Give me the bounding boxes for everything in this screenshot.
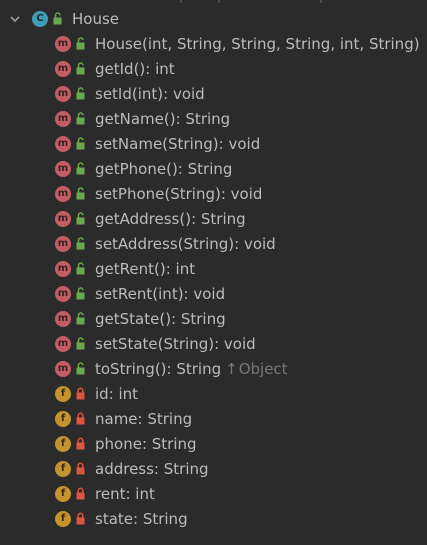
method-item[interactable]: m getId(): int [55, 56, 175, 81]
private-lock-icon [74, 387, 86, 401]
member-label: House(int, String, String, String, int, … [95, 34, 420, 53]
method-icon: m [55, 185, 71, 202]
private-lock-icon [74, 462, 86, 476]
member-label: address: String [95, 459, 209, 478]
public-lock-icon [74, 187, 86, 201]
chevron-down-icon[interactable] [8, 12, 22, 26]
method-icon: m [55, 235, 71, 252]
member-label: phone: String [95, 434, 197, 453]
class-icon: C [32, 10, 48, 27]
class-name: House [72, 9, 120, 28]
method-item[interactable]: m House(int, String, String, String, int,… [55, 31, 420, 56]
member-label: getId(): int [95, 59, 175, 78]
method-item[interactable]: m setName(String): void [55, 131, 260, 156]
member-label: id: int [95, 384, 139, 403]
public-lock-icon [74, 312, 86, 326]
method-icon: m [55, 310, 71, 327]
public-lock-icon [74, 362, 86, 376]
method-item[interactable]: m setRent(int): void [55, 281, 225, 306]
member-label: setPhone(String): void [95, 184, 263, 203]
public-lock-icon [74, 262, 86, 276]
member-label: getState(): String [95, 309, 226, 328]
method-item[interactable]: m setId(int): void [55, 81, 205, 106]
member-label: name: String [95, 409, 193, 428]
member-label: getAddress(): String [95, 209, 246, 228]
member-label: rent: int [95, 484, 155, 503]
public-lock-icon [74, 162, 86, 176]
field-icon: f [55, 435, 71, 452]
public-lock-icon [74, 87, 86, 101]
member-label: toString(): String [95, 359, 222, 378]
method-item[interactable]: m setAddress(String): void [55, 231, 276, 256]
member-label: setName(String): void [95, 134, 261, 153]
member-label: getRent(): int [95, 259, 196, 278]
inherit-arrow-icon: ↑ [225, 359, 238, 378]
field-item[interactable]: f state: String [55, 506, 188, 531]
member-label: getPhone(): String [95, 159, 233, 178]
method-icon: m [55, 260, 71, 277]
method-item[interactable]: m getRent(): int [55, 256, 195, 281]
method-item[interactable]: m getAddress(): String [55, 206, 246, 231]
public-lock-icon [74, 287, 86, 301]
inherited-from: ↑Object [225, 360, 287, 378]
field-item[interactable]: f name: String [55, 406, 192, 431]
method-item[interactable]: m getState(): String [55, 306, 226, 331]
method-item[interactable]: m setState(String): void [55, 331, 256, 356]
method-icon: m [55, 85, 71, 102]
field-icon: f [55, 460, 71, 477]
method-icon: m [55, 335, 71, 352]
public-lock-icon [74, 212, 86, 226]
private-lock-icon [74, 412, 86, 426]
tree-root-house[interactable]: C House [8, 6, 119, 31]
field-item[interactable]: f rent: int [55, 481, 155, 506]
public-lock-icon [74, 337, 86, 351]
method-icon: m [55, 210, 71, 227]
field-icon: f [55, 485, 71, 502]
member-label: setId(int): void [95, 84, 205, 103]
public-lock-icon [51, 12, 63, 26]
method-icon: m [55, 35, 71, 52]
public-lock-icon [74, 37, 86, 51]
public-lock-icon [74, 237, 86, 251]
method-item[interactable]: m getName(): String [55, 106, 230, 131]
divider [320, 0, 322, 3]
method-item[interactable]: m getPhone(): String [55, 156, 232, 181]
private-lock-icon [74, 487, 86, 501]
method-icon: m [55, 60, 71, 77]
member-label: setState(String): void [95, 334, 256, 353]
method-item[interactable]: m toString(): String ↑Object [55, 356, 288, 381]
field-item[interactable]: f phone: String [55, 431, 197, 456]
private-lock-icon [74, 512, 86, 526]
method-icon: m [55, 110, 71, 127]
public-lock-icon [74, 62, 86, 76]
inherited-class-name: Object [238, 359, 288, 378]
member-label: getName(): String [95, 109, 231, 128]
member-label: state: String [95, 509, 188, 528]
public-lock-icon [74, 137, 86, 151]
divider [180, 0, 182, 3]
method-icon: m [55, 360, 71, 377]
method-item[interactable]: m setPhone(String): void [55, 181, 262, 206]
method-icon: m [55, 135, 71, 152]
private-lock-icon [74, 437, 86, 451]
member-label: setAddress(String): void [95, 234, 276, 253]
field-icon: f [55, 510, 71, 527]
member-label: setRent(int): void [95, 284, 226, 303]
top-strip [0, 0, 427, 4]
field-icon: f [55, 385, 71, 402]
field-item[interactable]: f address: String [55, 456, 209, 481]
method-icon: m [55, 160, 71, 177]
field-icon: f [55, 410, 71, 427]
public-lock-icon [74, 112, 86, 126]
divider [218, 0, 220, 3]
field-item[interactable]: f id: int [55, 381, 138, 406]
method-icon: m [55, 285, 71, 302]
